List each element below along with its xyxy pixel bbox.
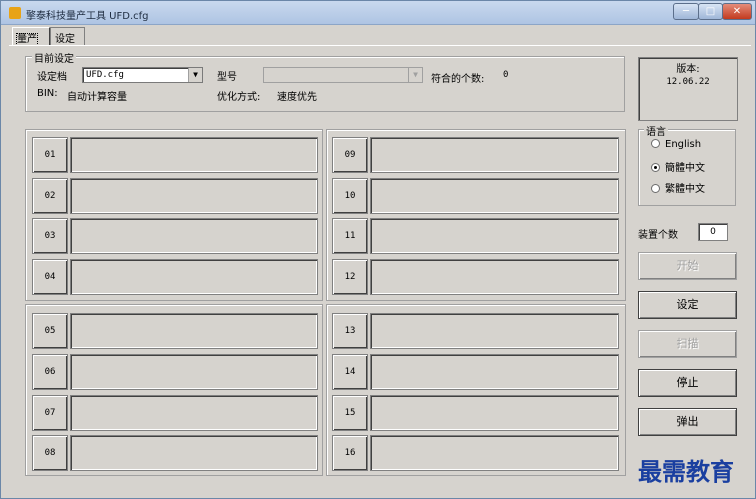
config-label: 设定档: [37, 72, 67, 83]
device-count-field: 0: [698, 223, 728, 241]
maximize-button[interactable]: □: [698, 3, 723, 20]
slot-status: [370, 435, 619, 471]
match-count-label: 符合的个数:: [431, 74, 485, 85]
slot-status: [70, 137, 318, 173]
tab-label: 量产: [16, 33, 38, 46]
radio-icon[interactable]: [651, 184, 660, 193]
minimize-button[interactable]: ─: [673, 3, 699, 20]
slot-number: 09: [332, 137, 368, 173]
slot-number: 16: [332, 435, 368, 471]
stop-button[interactable]: 停止: [638, 369, 737, 397]
slot-status: [370, 178, 619, 214]
slot-number: 01: [32, 137, 68, 173]
start-button[interactable]: 开始: [638, 252, 737, 280]
slot-status: [370, 313, 619, 349]
chevron-down-icon[interactable]: ▼: [408, 68, 422, 82]
optimize-value: 速度优先: [277, 92, 317, 103]
slot-status: [70, 435, 318, 471]
close-button[interactable]: ✕: [722, 3, 752, 20]
optimize-label: 优化方式:: [217, 92, 261, 103]
slot-status: [370, 395, 619, 431]
bin-value: 自动计算容量: [67, 92, 127, 103]
chevron-down-icon[interactable]: ▼: [188, 68, 202, 82]
slot-status: [70, 313, 318, 349]
language-option-traditional[interactable]: 繁體中文: [651, 180, 705, 195]
slot-number: 15: [332, 395, 368, 431]
slot-status: [370, 218, 619, 254]
scan-button[interactable]: 扫描: [638, 330, 737, 358]
model-select[interactable]: ▼: [263, 67, 423, 83]
version-label: 版本:: [676, 64, 700, 75]
language-option-english[interactable]: English: [651, 139, 701, 150]
bin-label: BIN:: [37, 88, 58, 99]
config-value: UFD.cfg: [86, 70, 124, 80]
slot-status: [370, 259, 619, 295]
slot-status: [70, 259, 318, 295]
model-label: 型号: [217, 72, 237, 83]
slot-number: 12: [332, 259, 368, 295]
title-bar[interactable]: 擎泰科技量产工具 UFD.cfg ─ □ ✕: [1, 1, 755, 25]
radio-icon[interactable]: [651, 163, 660, 172]
config-select[interactable]: UFD.cfg ▼: [82, 67, 203, 83]
slot-number: 06: [32, 354, 68, 390]
language-group: 语言 English 簡體中文 繁體中文: [638, 123, 736, 206]
slot-status: [70, 178, 318, 214]
tab-label: 设定: [55, 34, 75, 45]
tab-panel-border: [9, 45, 751, 46]
slot-number: 07: [32, 395, 68, 431]
watermark-logo: 最需教育: [638, 457, 734, 486]
slot-number: 04: [32, 259, 68, 295]
current-settings-group: 目前设定: [25, 50, 625, 112]
slot-number: 05: [32, 313, 68, 349]
eject-button[interactable]: 弹出: [638, 408, 737, 436]
group-title: 语言: [644, 123, 668, 138]
app-icon: [9, 7, 21, 19]
slot-number: 13: [332, 313, 368, 349]
device-count-label: 装置个数: [638, 230, 678, 241]
slot-number: 11: [332, 218, 368, 254]
language-option-simplified[interactable]: 簡體中文: [651, 159, 705, 174]
window-title: 擎泰科技量产工具 UFD.cfg: [26, 11, 149, 22]
slot-number: 03: [32, 218, 68, 254]
tab-mass-production[interactable]: 量产: [12, 27, 50, 46]
group-title: 目前设定: [32, 50, 76, 65]
slot-number: 08: [32, 435, 68, 471]
slot-number: 02: [32, 178, 68, 214]
radio-icon[interactable]: [651, 139, 660, 148]
slot-status: [70, 395, 318, 431]
slot-status: [370, 354, 619, 390]
version-value: 12.06.22: [666, 77, 710, 87]
settings-button[interactable]: 设定: [638, 291, 737, 319]
version-box: 版本: 12.06.22: [638, 57, 738, 121]
slot-number: 14: [332, 354, 368, 390]
slot-status: [70, 354, 318, 390]
radio-label: 簡體中文: [665, 163, 705, 174]
slot-status: [70, 218, 318, 254]
slot-number: 10: [332, 178, 368, 214]
match-count-value: 0: [503, 70, 509, 80]
tab-settings[interactable]: 设定: [50, 27, 85, 45]
radio-label: English: [665, 139, 702, 150]
main-window: 擎泰科技量产工具 UFD.cfg ─ □ ✕ 量产 设定 目前设定 设定档 UF…: [0, 0, 756, 499]
radio-label: 繁體中文: [665, 184, 705, 195]
slot-status: [370, 137, 619, 173]
